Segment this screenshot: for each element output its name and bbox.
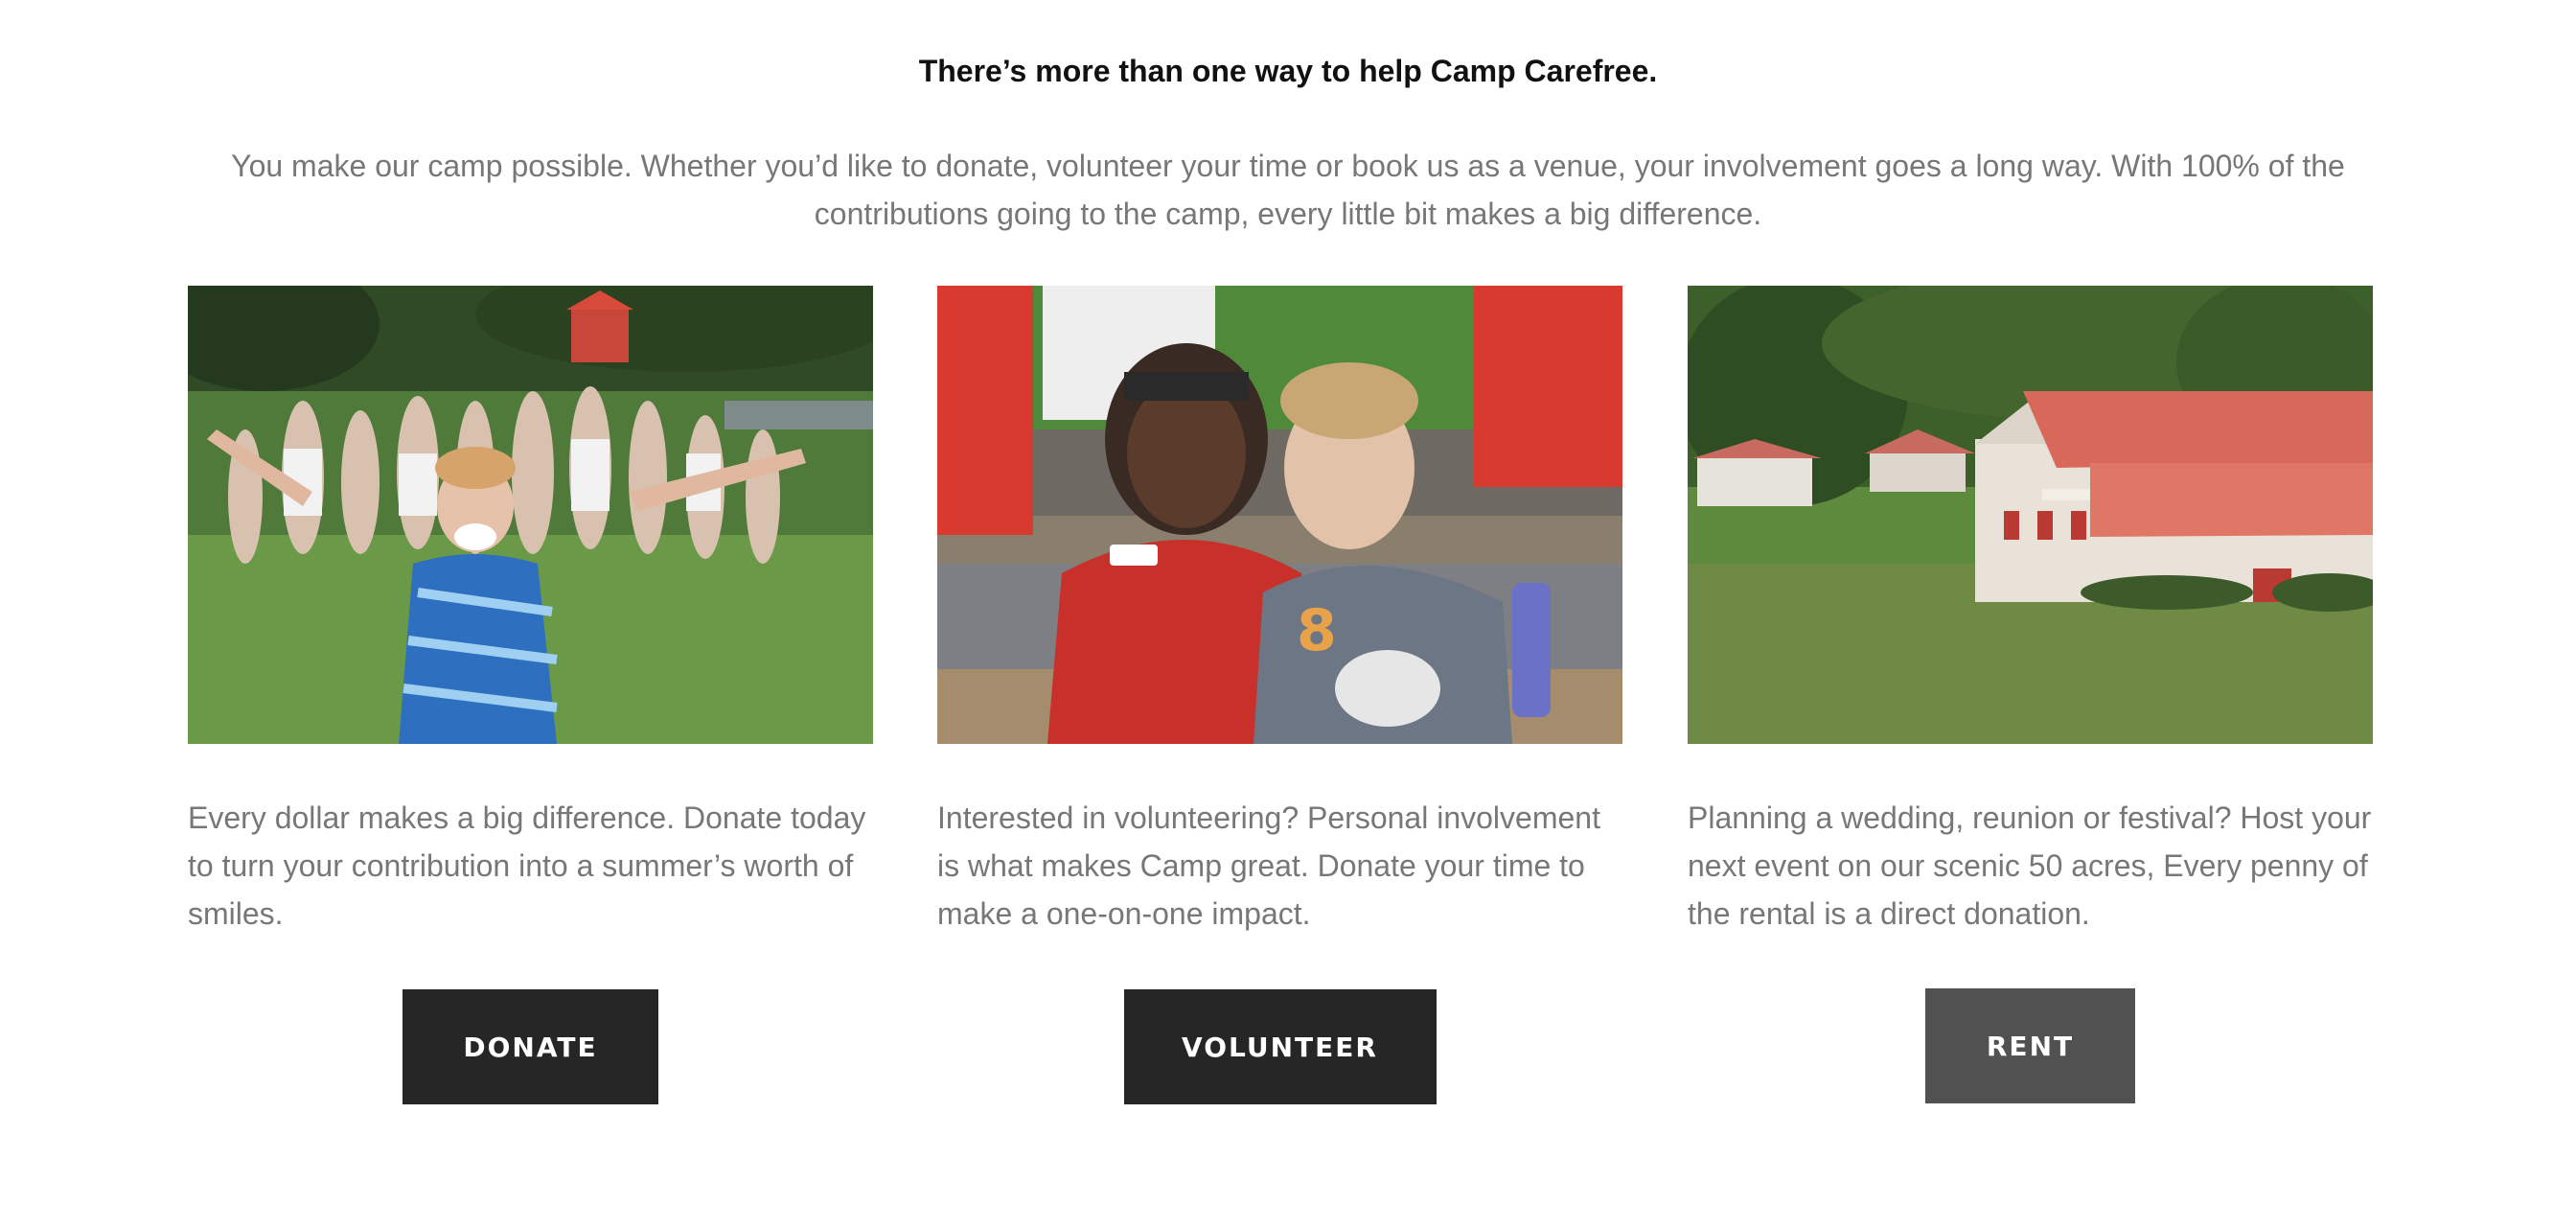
volunteer-description: Interested in volunteering? Personal inv… [937, 800, 1600, 931]
volunteer-button[interactable]: VOLUNTEER [1123, 989, 1437, 1104]
camp-barn-photo [1688, 286, 2373, 744]
donate-card: Every dollar makes a big difference. Don… [188, 286, 873, 1104]
volunteer-card: 8 Interested in volunteering? Personal i… [937, 286, 1622, 1104]
donate-description: Every dollar makes a big difference. Don… [188, 800, 866, 931]
section-intro: You make our camp possible. Whether you’… [231, 149, 2345, 231]
svg-text:8: 8 [1297, 597, 1337, 664]
section-heading: There’s more than one way to help Camp C… [918, 54, 1658, 88]
rent-description: Planning a wedding, reunion or festival?… [1688, 800, 2372, 931]
campers-celebrating-photo [188, 286, 873, 744]
rent-card: Planning a wedding, reunion or festival?… [1688, 286, 2373, 1103]
donate-button[interactable]: DONATE [402, 989, 658, 1104]
rent-button[interactable]: RENT [1925, 988, 2135, 1103]
volunteer-camper-photo: 8 [937, 286, 1622, 744]
